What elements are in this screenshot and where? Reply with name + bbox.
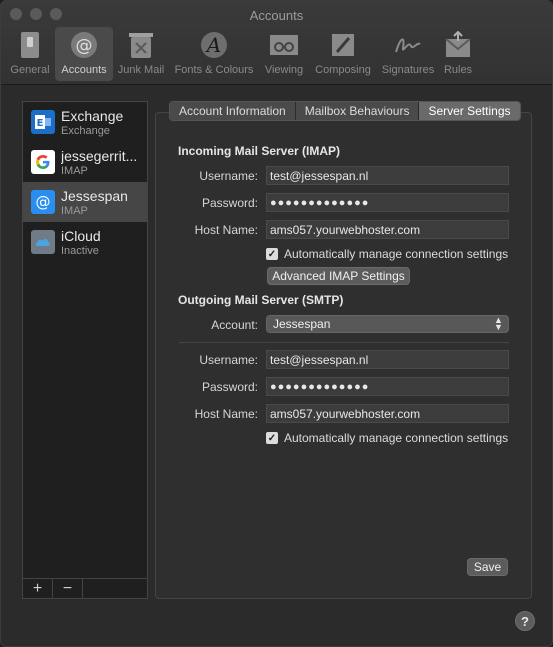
title-bar: Accounts General @ Accounts Junk Mail A … (1, 1, 552, 85)
toolbar-signatures[interactable]: Signatures (377, 27, 439, 81)
incoming-password-field[interactable]: ●●●●●●●●●●●●● (266, 193, 509, 212)
outgoing-server-heading: Outgoing Mail Server (SMTP) (178, 293, 344, 307)
accounts-preferences-window: Accounts General @ Accounts Junk Mail A … (0, 0, 553, 647)
account-item-jessegerrit[interactable]: jessegerrit... IMAP (23, 142, 147, 182)
section-divider (179, 342, 509, 343)
account-item-exchange[interactable]: E Exchange Exchange (23, 102, 147, 142)
outgoing-username-field[interactable]: test@jessespan.nl (266, 350, 509, 369)
incoming-username-label: Username: (199, 169, 258, 183)
window-title: Accounts (249, 8, 304, 23)
toolbar-fonts-colours[interactable]: A Fonts & Colours (169, 27, 259, 81)
account-list: E Exchange Exchange jessegerrit... IMAP … (22, 101, 148, 599)
at-sign-icon: @ (69, 30, 99, 60)
toolbar-general[interactable]: General (5, 27, 55, 81)
switch-icon (15, 30, 45, 60)
outgoing-account-label: Account: (211, 318, 258, 332)
tab-server-settings[interactable]: Server Settings (419, 102, 520, 120)
outgoing-account-select[interactable]: Jessespan ▲ ▼ (266, 315, 509, 333)
settings-tabs: Account Information Mailbox Behaviours S… (169, 101, 521, 121)
outgoing-host-label: Host Name: (194, 407, 258, 421)
add-account-button[interactable]: + (23, 579, 53, 598)
incoming-password-label: Password: (201, 196, 258, 210)
incoming-host-field[interactable]: ams057.yourwebhoster.com (266, 220, 509, 239)
outgoing-password-label: Password: (201, 380, 258, 394)
remove-account-button[interactable]: − (53, 579, 83, 598)
exchange-icon: E (31, 110, 55, 134)
account-item-icloud[interactable]: iCloud Inactive (23, 222, 147, 262)
glasses-icon (269, 30, 299, 60)
advanced-imap-settings-button[interactable]: Advanced IMAP Settings (267, 267, 410, 285)
tab-account-information[interactable]: Account Information (170, 102, 296, 120)
junk-bin-icon (126, 30, 156, 60)
checkmark-icon: ✓ (266, 432, 278, 444)
svg-text:A: A (205, 33, 221, 57)
toolbar-rules[interactable]: Rules (439, 27, 477, 81)
preferences-toolbar: General @ Accounts Junk Mail A Fonts & C… (5, 27, 477, 81)
at-sign-icon: @ (31, 190, 55, 214)
toolbar-viewing[interactable]: Viewing (259, 27, 309, 81)
svg-text:@: @ (76, 36, 93, 56)
incoming-auto-manage-checkbox[interactable]: ✓ Automatically manage connection settin… (266, 247, 508, 261)
font-icon: A (199, 30, 229, 60)
incoming-host-label: Host Name: (194, 223, 258, 237)
incoming-server-heading: Incoming Mail Server (IMAP) (178, 144, 341, 158)
google-icon (31, 150, 55, 174)
chevron-updown-icon: ▲ ▼ (494, 315, 503, 332)
rules-envelope-icon (443, 30, 473, 60)
help-button[interactable]: ? (515, 611, 535, 631)
svg-text:@: @ (36, 193, 51, 211)
toolbar-composing[interactable]: Composing (309, 27, 377, 81)
outgoing-auto-manage-checkbox[interactable]: ✓ Automatically manage connection settin… (266, 431, 508, 445)
toolbar-accounts[interactable]: @ Accounts (55, 27, 113, 81)
outgoing-password-field[interactable]: ●●●●●●●●●●●●● (266, 377, 509, 396)
incoming-username-field[interactable]: test@jessespan.nl (266, 166, 509, 185)
svg-text:E: E (37, 118, 44, 129)
account-list-footer: + − (23, 578, 147, 598)
icloud-icon (31, 230, 55, 254)
outgoing-username-label: Username: (199, 353, 258, 367)
save-button[interactable]: Save (467, 558, 508, 576)
pen-icon (328, 30, 358, 60)
toolbar-junk-mail[interactable]: Junk Mail (113, 27, 169, 81)
outgoing-host-field[interactable]: ams057.yourwebhoster.com (266, 404, 509, 423)
signature-icon (393, 30, 423, 60)
account-item-jessespan[interactable]: @ Jessespan IMAP (23, 182, 147, 222)
checkmark-icon: ✓ (266, 248, 278, 260)
tab-mailbox-behaviours[interactable]: Mailbox Behaviours (295, 102, 420, 120)
